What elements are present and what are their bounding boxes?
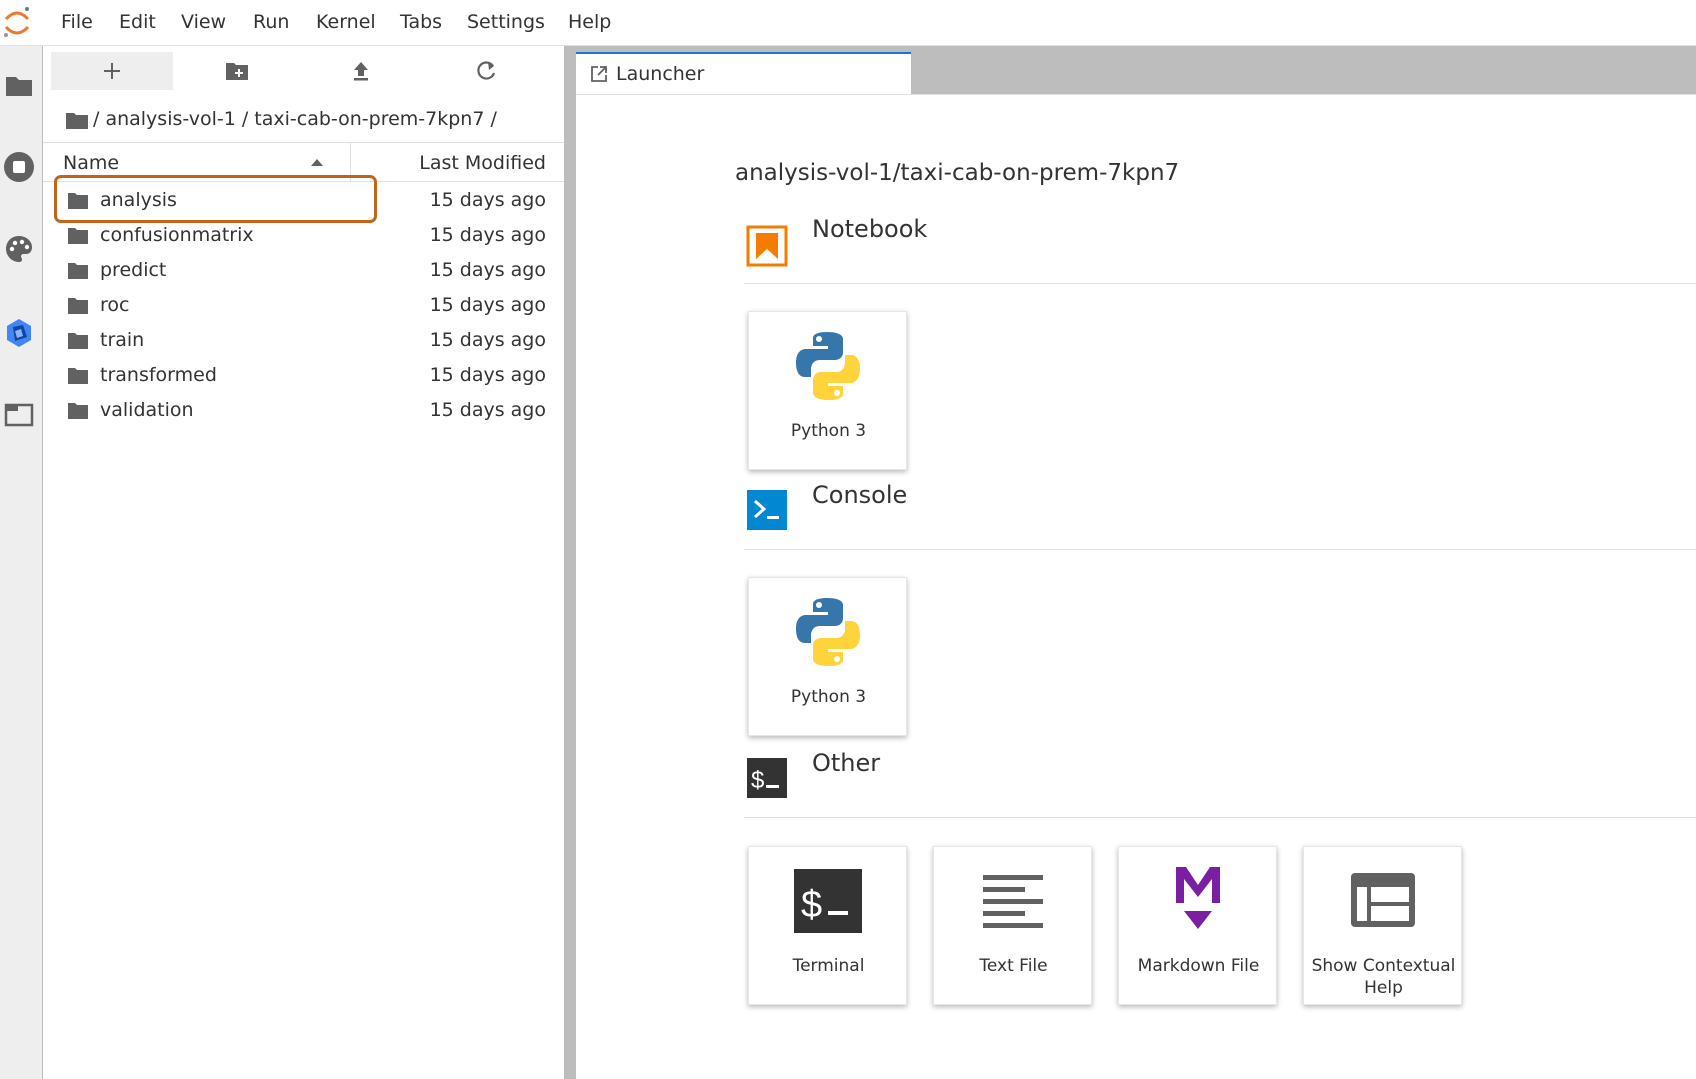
markdown-icon [1176, 867, 1220, 929]
list-item[interactable]: confusionmatrix 15 days ago [43, 218, 564, 255]
menu-file[interactable]: File [61, 11, 93, 33]
console-icon [747, 490, 787, 530]
markdown-file-card[interactable]: Markdown File [1118, 846, 1277, 1005]
section-title-other: Other [812, 749, 881, 777]
list-item[interactable]: roc 15 days ago [43, 288, 564, 325]
item-modified: 15 days ago [429, 329, 546, 351]
card-label: Terminal [792, 956, 865, 976]
card-label: Python 3 [790, 687, 867, 707]
list-item[interactable]: train 15 days ago [43, 323, 564, 360]
section-title-notebook: Notebook [812, 215, 928, 243]
folder-icon [68, 263, 88, 279]
notebook-python3-card[interactable]: Python 3 [748, 311, 907, 470]
column-header-modified[interactable]: Last Modified [419, 152, 546, 174]
tabs-icon[interactable] [2, 398, 36, 432]
menu-bar: File Edit View Run Kernel Tabs Settings … [0, 0, 1696, 46]
list-item[interactable]: validation 15 days ago [43, 393, 564, 430]
notebook-icon [746, 225, 788, 267]
item-modified: 15 days ago [429, 364, 546, 386]
list-item[interactable]: transformed 15 days ago [43, 358, 564, 395]
terminal-card[interactable]: $ Terminal [748, 846, 907, 1005]
contextual-help-card[interactable]: Show Contextual Help [1303, 846, 1462, 1005]
card-label: Text File [979, 956, 1048, 976]
new-folder-icon [226, 63, 248, 80]
list-item[interactable]: analysis 15 days ago [43, 183, 564, 220]
card-label: Show Contextual Help [1311, 956, 1456, 998]
menu-edit[interactable]: Edit [119, 11, 156, 33]
folder-icon[interactable] [2, 68, 36, 102]
refresh-button[interactable] [425, 52, 547, 90]
terminal-icon: $ [794, 869, 862, 933]
folder-icon [68, 333, 88, 349]
section-divider [744, 283, 1696, 284]
item-name: confusionmatrix [100, 224, 254, 246]
text-file-card[interactable]: Text File [933, 846, 1092, 1005]
item-name: transformed [100, 364, 217, 386]
activity-bar [0, 46, 43, 1079]
folder-icon [68, 403, 88, 419]
item-name: validation [100, 399, 194, 421]
refresh-icon [477, 61, 496, 80]
item-modified: 15 days ago [429, 259, 546, 281]
menu-tabs[interactable]: Tabs [400, 11, 442, 33]
svg-text:$: $ [801, 884, 822, 926]
contextual-help-icon [1351, 873, 1415, 927]
folder-icon [68, 368, 88, 384]
jupyter-logo-icon [4, 7, 30, 37]
listing-header: Name Last Modified [43, 142, 564, 183]
text-file-icon [983, 875, 1043, 928]
tab-launcher[interactable]: Launcher [576, 52, 911, 94]
upload-icon [354, 62, 368, 81]
section-divider [744, 817, 1696, 818]
menu-settings[interactable]: Settings [467, 11, 545, 33]
console-python3-card[interactable]: Python 3 [748, 577, 907, 736]
section-title-console: Console [812, 481, 908, 509]
new-folder-button[interactable] [176, 52, 298, 90]
tab-bar: Launcher [576, 46, 1696, 94]
panel-splitter[interactable] [564, 46, 576, 1079]
folder-icon [68, 193, 88, 209]
file-browser-panel: / analysis-vol-1 / taxi-cab-on-prem-7kpn… [43, 46, 564, 1079]
menu-kernel[interactable]: Kernel [316, 11, 376, 33]
python-icon [796, 332, 860, 400]
item-modified: 15 days ago [429, 399, 546, 421]
launch-icon [591, 66, 607, 82]
column-divider[interactable] [350, 143, 351, 183]
item-name: predict [100, 259, 167, 281]
menu-run[interactable]: Run [253, 11, 289, 33]
card-label: Python 3 [790, 421, 867, 441]
item-name: roc [100, 294, 130, 316]
menu-help[interactable]: Help [568, 11, 611, 33]
section-divider [744, 549, 1696, 550]
breadcrumb-path[interactable]: / analysis-vol-1 / taxi-cab-on-prem-7kpn… [93, 108, 497, 130]
terminal-section-icon: $ [747, 758, 787, 798]
kubeflow-icon[interactable] [2, 316, 36, 350]
folder-icon [68, 298, 88, 314]
palette-icon[interactable] [2, 232, 36, 266]
item-modified: 15 days ago [429, 294, 546, 316]
upload-button[interactable] [300, 52, 422, 90]
launcher-cwd: analysis-vol-1/taxi-cab-on-prem-7kpn7 [735, 160, 1180, 186]
breadcrumb: / analysis-vol-1 / taxi-cab-on-prem-7kpn… [65, 104, 497, 134]
folder-icon [68, 228, 88, 244]
sort-up-icon [311, 159, 323, 166]
column-header-name[interactable]: Name [63, 152, 119, 174]
menu-view[interactable]: View [181, 11, 226, 33]
item-name: analysis [100, 189, 177, 211]
item-modified: 15 days ago [429, 189, 546, 211]
item-name: train [100, 329, 145, 351]
card-label: Markdown File [1137, 956, 1260, 976]
new-launcher-button[interactable] [51, 52, 173, 90]
item-modified: 15 days ago [429, 224, 546, 246]
folder-icon[interactable] [65, 110, 89, 130]
list-item[interactable]: predict 15 days ago [43, 253, 564, 290]
tab-label: Launcher [616, 63, 705, 85]
launcher-panel: analysis-vol-1/taxi-cab-on-prem-7kpn7 No… [576, 94, 1696, 1079]
plus-icon [104, 63, 120, 79]
python-icon [796, 598, 860, 666]
svg-text:$: $ [751, 767, 764, 794]
running-icon[interactable] [2, 150, 36, 184]
